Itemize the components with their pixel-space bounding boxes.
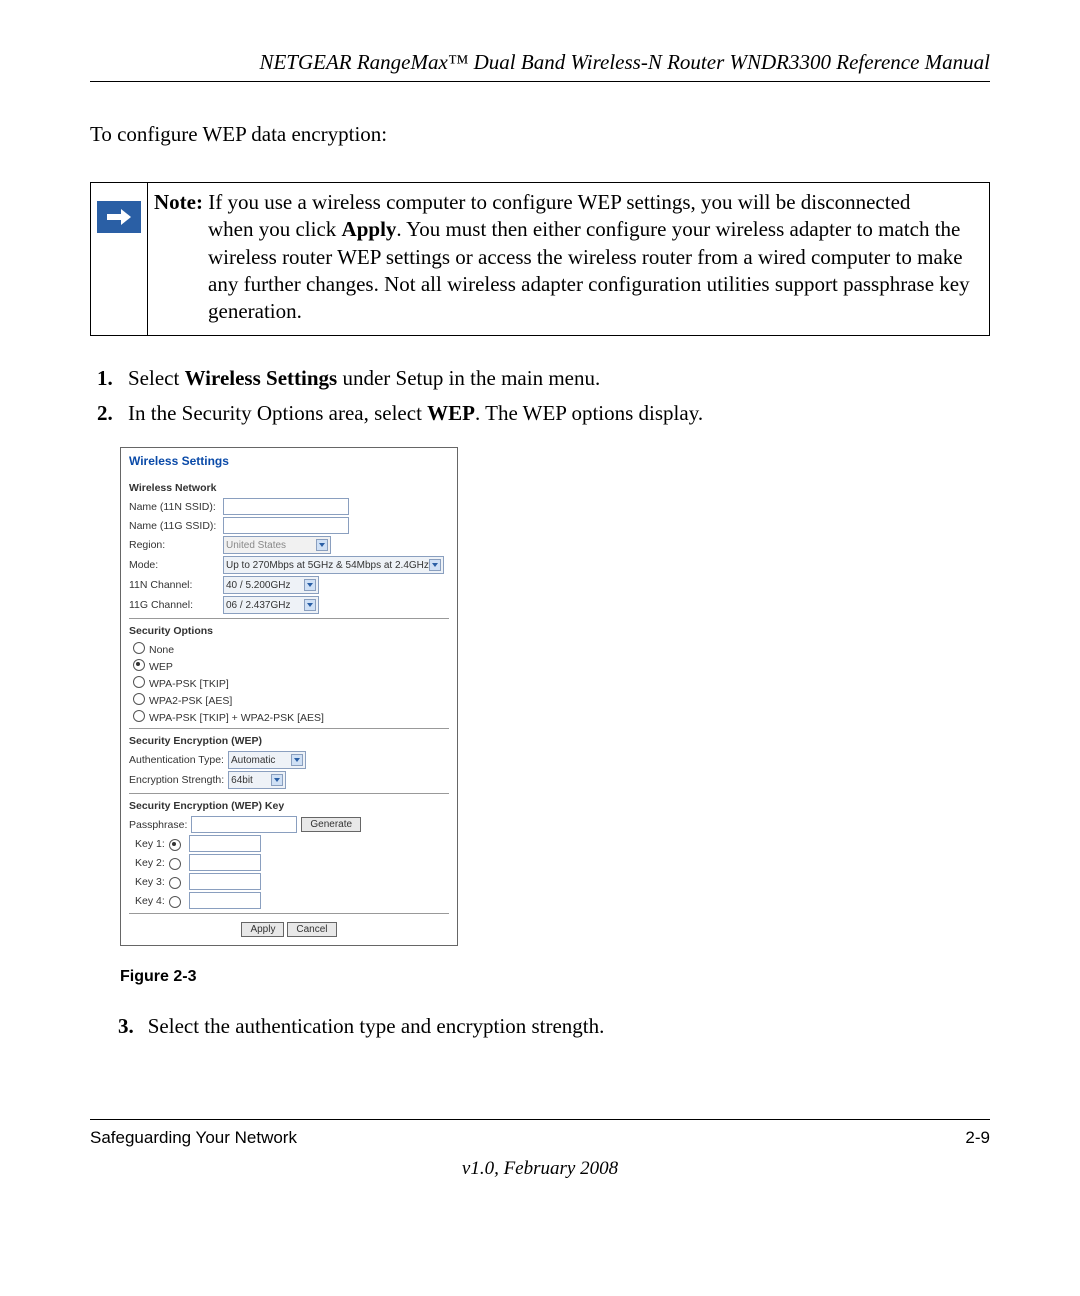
passphrase-input[interactable] <box>191 816 297 833</box>
step2-b: . The WEP options display. <box>475 401 703 425</box>
passphrase-label: Passphrase: <box>129 819 187 831</box>
step3-text: Select the authentication type and encry… <box>148 1014 605 1038</box>
step-1: Select Wireless Settings under Setup in … <box>118 366 990 391</box>
step1-b: under Setup in the main menu. <box>337 366 600 390</box>
step3-number: 3. <box>118 1014 134 1038</box>
cancel-button[interactable]: Cancel <box>287 922 336 937</box>
intro-text: To configure WEP data encryption: <box>90 122 990 147</box>
radio-icon <box>133 710 145 722</box>
secopt-label: None <box>149 644 174 656</box>
wep-key-heading: Security Encryption (WEP) Key <box>129 800 449 812</box>
note-apply-word: Apply <box>342 217 397 241</box>
page-footer: Safeguarding Your Network 2-9 v1.0, Febr… <box>90 1119 990 1180</box>
apply-button[interactable]: Apply <box>241 922 284 937</box>
radio-icon[interactable] <box>169 896 181 908</box>
note-first-line: If you use a wireless computer to config… <box>203 190 910 214</box>
mode-label: Mode: <box>129 559 219 571</box>
key1-label: Key 1: <box>135 838 165 850</box>
running-header: NETGEAR RangeMax™ Dual Band Wireless-N R… <box>90 50 990 82</box>
step1-a: Select <box>128 366 185 390</box>
radio-icon[interactable] <box>169 877 181 889</box>
key4-input[interactable] <box>189 892 261 909</box>
panel-title: Wireless Settings <box>129 454 449 468</box>
security-options-heading: Security Options <box>129 625 449 637</box>
ch11g-select[interactable]: 06 / 2.437GHz <box>223 596 319 614</box>
region-select[interactable]: United States <box>223 536 331 554</box>
key1-input[interactable] <box>189 835 261 852</box>
key3-input[interactable] <box>189 873 261 890</box>
radio-icon[interactable] <box>169 858 181 870</box>
name-11n-label: Name (11N SSID): <box>129 501 219 513</box>
radio-icon <box>133 693 145 705</box>
radio-icon <box>133 676 145 688</box>
enc-strength-select[interactable]: 64bit <box>228 771 286 789</box>
document-page: NETGEAR RangeMax™ Dual Band Wireless-N R… <box>0 0 1080 1210</box>
region-label: Region: <box>129 539 219 551</box>
auth-type-label: Authentication Type: <box>129 754 224 766</box>
step-3: 3. Select the authentication type and enc… <box>118 1014 990 1039</box>
ch11n-label: 11N Channel: <box>129 579 219 591</box>
key2-input[interactable] <box>189 854 261 871</box>
note-icon-cell <box>91 183 148 335</box>
name-11g-label: Name (11G SSID): <box>129 520 219 532</box>
name-11g-input[interactable] <box>223 517 349 534</box>
step1-bold: Wireless Settings <box>185 366 338 390</box>
secopt-wep[interactable]: WEP <box>133 658 449 673</box>
router-panel-screenshot: Wireless Settings Wireless Network Name … <box>120 447 458 946</box>
radio-icon <box>133 642 145 654</box>
key3-label: Key 3: <box>135 876 165 888</box>
figure-caption: Figure 2-3 <box>120 968 990 986</box>
key2-label: Key 2: <box>135 857 165 869</box>
mode-select[interactable]: Up to 270Mbps at 5GHz & 54Mbps at 2.4GHz <box>223 556 444 574</box>
step-2: In the Security Options area, select WEP… <box>118 401 990 426</box>
note-text: Note: If you use a wireless computer to … <box>148 183 989 335</box>
footer-page-number: 2-9 <box>965 1128 990 1148</box>
footer-version: v1.0, February 2008 <box>90 1158 990 1180</box>
secopt-wpa2-aes[interactable]: WPA2-PSK [AES] <box>133 692 449 707</box>
secopt-label: WEP <box>149 661 173 673</box>
steps-list: Select Wireless Settings under Setup in … <box>90 366 990 426</box>
auth-type-select[interactable]: Automatic <box>228 751 306 769</box>
figure: Wireless Settings Wireless Network Name … <box>120 447 990 946</box>
note-rest-prefix: when you click <box>208 217 342 241</box>
secopt-label: WPA-PSK [TKIP] <box>149 678 229 690</box>
name-11n-input[interactable] <box>223 498 349 515</box>
note-box: Note: If you use a wireless computer to … <box>90 182 990 336</box>
secopt-label: WPA-PSK [TKIP] + WPA2-PSK [AES] <box>149 712 324 724</box>
footer-left: Safeguarding Your Network <box>90 1128 297 1148</box>
radio-icon[interactable] <box>169 839 181 851</box>
wireless-network-heading: Wireless Network <box>129 482 449 494</box>
secopt-none[interactable]: None <box>133 641 449 656</box>
step2-bold: WEP <box>427 401 475 425</box>
step2-a: In the Security Options area, select <box>128 401 427 425</box>
enc-strength-label: Encryption Strength: <box>129 774 224 786</box>
secopt-wpa-mixed[interactable]: WPA-PSK [TKIP] + WPA2-PSK [AES] <box>133 709 449 724</box>
ch11g-label: 11G Channel: <box>129 599 219 611</box>
wep-encryption-heading: Security Encryption (WEP) <box>129 735 449 747</box>
generate-button[interactable]: Generate <box>301 817 361 832</box>
note-label: Note: <box>154 190 203 214</box>
radio-icon <box>133 659 145 671</box>
ch11n-select[interactable]: 40 / 5.200GHz <box>223 576 319 594</box>
secopt-wpa-tkip[interactable]: WPA-PSK [TKIP] <box>133 675 449 690</box>
key4-label: Key 4: <box>135 895 165 907</box>
arrow-right-icon <box>97 201 141 233</box>
secopt-label: WPA2-PSK [AES] <box>149 695 232 707</box>
